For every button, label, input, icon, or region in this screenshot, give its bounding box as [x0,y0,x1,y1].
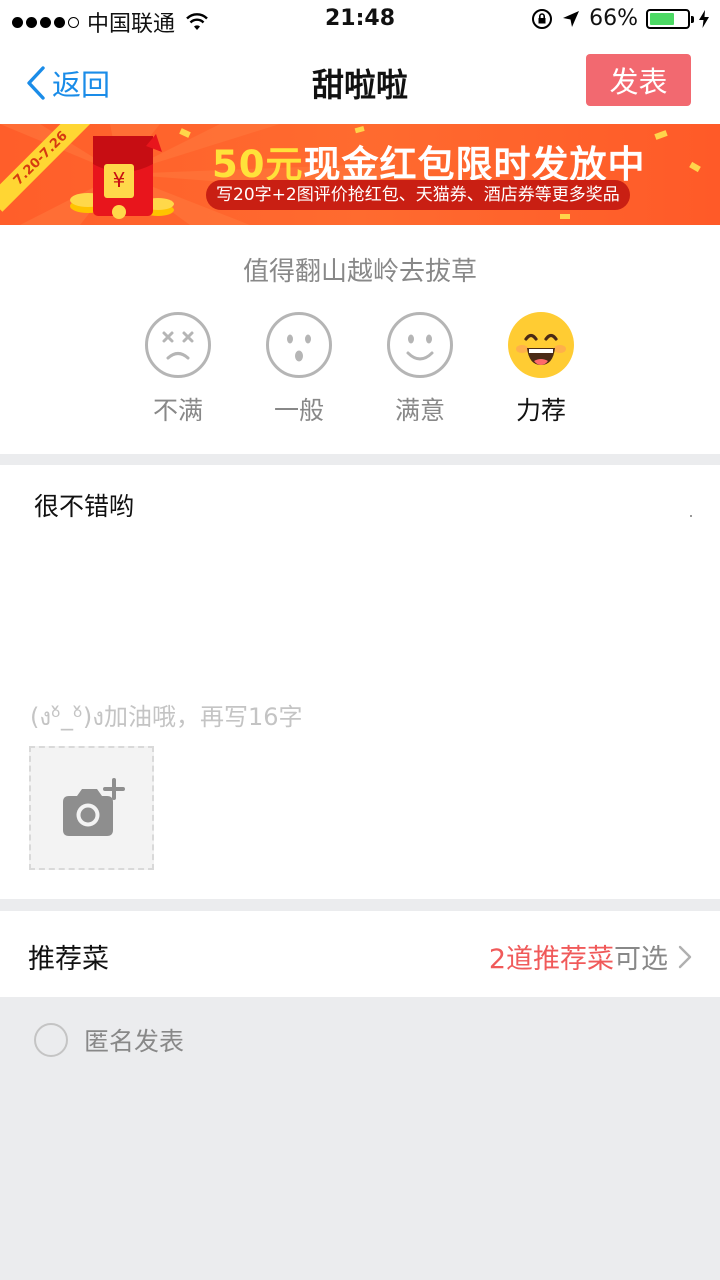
back-label: 返回 [52,68,111,102]
satisfied-face-icon [387,312,453,378]
location-arrow-icon [563,10,580,27]
nav-bar: 返回 甜啦啦 发表 [0,40,720,124]
publish-button[interactable]: 发表 [586,54,691,106]
add-photo-button[interactable] [29,746,154,870]
review-textarea[interactable]: 很不错哟 [34,487,134,523]
rating-label-highly-recommend: 力荐 [515,396,566,425]
rating-prompt: 值得翻山越岭去拔草 [242,257,477,287]
promo-banner[interactable]: 7.20-7.26 ¥ 50元现金红包限时发放中 写20字+2图评价抢红包、天猫… [0,124,720,225]
red-envelope-icon: ¥ [70,134,174,219]
text-cursor-mark [690,515,692,517]
chevron-right-icon [678,945,692,968]
rating-label-satisfied: 满意 [394,396,445,425]
camera-add-icon [62,778,125,836]
battery-percent: 66% [589,6,638,31]
rating-section: 值得翻山越岭去拔草 不满 一般 满意 力荐 [0,225,720,454]
highly-recommend-face-icon [508,312,574,378]
dissatisfied-face-icon [145,312,211,378]
chevron-left-icon [27,66,45,100]
svg-text:¥: ¥ [113,168,126,192]
anonymous-label: 匿名发表 [84,1027,185,1056]
rating-option-dissatisfied[interactable]: 不满 [138,311,218,427]
recommend-dishes-row[interactable]: 推荐菜 2道推荐菜 可选 [0,911,720,997]
recommend-dishes-suffix: 可选 [614,944,668,975]
rating-label-dissatisfied: 不满 [152,396,203,425]
status-bar: 中国联通 21:48 66% [0,0,720,40]
anonymous-radio[interactable] [34,1023,68,1057]
rating-option-highly-recommend[interactable]: 力荐 [501,311,581,427]
charging-bolt-icon [699,9,709,28]
battery-icon [646,8,694,29]
neutral-face-icon [266,312,332,378]
recommend-dishes-value: 2道推荐菜 可选 [489,937,692,976]
battery-cap [691,15,694,23]
back-button[interactable]: 返回 [26,62,110,104]
battery-level [650,12,674,25]
review-length-hint: (งᵒ̌_ᵒ̌)ง加油哦，再写16字 [30,703,303,731]
recommend-dishes-count: 2道推荐菜 [488,944,614,975]
rating-option-satisfied[interactable]: 满意 [380,311,460,427]
review-section: 很不错哟 (งᵒ̌_ᵒ̌)ง加油哦，再写16字 [0,465,720,899]
banner-subline: 写20字+2图评价抢红包、天猫券、酒店券等更多奖品 [206,180,630,210]
status-right: 66% [531,6,710,31]
rating-label-neutral: 一般 [273,396,324,425]
rating-option-neutral[interactable]: 一般 [259,311,339,427]
rotation-lock-icon [532,8,553,29]
anonymous-publish-option[interactable]: 匿名发表 [34,1022,184,1058]
recommend-dishes-label: 推荐菜 [28,944,109,975]
